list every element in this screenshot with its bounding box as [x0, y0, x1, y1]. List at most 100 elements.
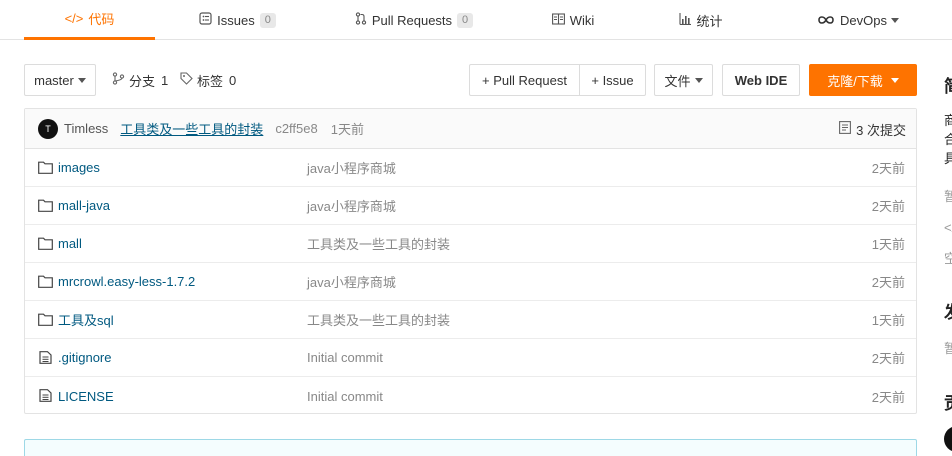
folder-icon: [38, 313, 53, 326]
chevron-down-icon: [694, 77, 703, 83]
file-commit-message[interactable]: java小程序商城: [307, 272, 396, 291]
sidebar-intro-text-3: 具: [944, 151, 952, 166]
sidebar-license-text: 空: [944, 251, 952, 266]
commit-time: 1天前: [330, 122, 364, 137]
pull-request-icon: [355, 12, 367, 28]
tab-wiki-label: Wiki: [569, 12, 595, 28]
file-commit-message[interactable]: 工具类及一些工具的封装: [307, 310, 450, 329]
new-pull-request-button[interactable]: + Pull Request: [469, 64, 580, 96]
tab-stats[interactable]: 统计: [668, 0, 734, 40]
tags-link[interactable]: 标签 0: [180, 64, 236, 96]
file-commit-message[interactable]: 工具类及一些工具的封装: [307, 234, 450, 253]
new-issue-label: + Issue: [591, 72, 634, 88]
sidebar-releases-text: 暂: [944, 341, 952, 356]
file-name-link[interactable]: 工具及sql: [58, 310, 114, 329]
repo-tab-nav: </> 代码 Issues 0 Pull Requests 0 Wiki 统计 …: [0, 0, 952, 40]
branches-link[interactable]: 分支 1: [112, 64, 168, 96]
tab-code[interactable]: </> 代码: [24, 0, 155, 40]
bar-chart-icon: [679, 12, 692, 28]
commit-sha[interactable]: c2ff5e8: [275, 121, 317, 136]
readme-box: [24, 439, 917, 456]
file-name-link[interactable]: mall: [58, 236, 82, 251]
file-row[interactable]: mall-java java小程序商城 2天前: [25, 187, 916, 225]
chevron-down-icon: [77, 77, 86, 83]
tab-devops[interactable]: DevOps: [808, 0, 908, 40]
folder-icon: [38, 237, 53, 250]
tags-label: 标签: [197, 73, 224, 89]
file-date: 1天前: [871, 313, 905, 328]
file-menu-label: 文件: [664, 73, 691, 89]
file-date: 2天前: [871, 161, 905, 176]
file-commit-message[interactable]: Initial commit: [307, 350, 383, 365]
clone-download-label: 克隆/下载: [827, 73, 883, 89]
branch-select[interactable]: master: [24, 64, 96, 96]
file-list: T Timless 工具类及一些工具的封装 c2ff5e8 1天前 3 次提交 …: [24, 108, 917, 414]
file-row[interactable]: 工具及sql 工具类及一些工具的封装 1天前: [25, 301, 916, 339]
issues-count-badge: 0: [259, 12, 276, 28]
sidebar-releases-heading: 发: [944, 298, 952, 323]
file-commit-message[interactable]: java小程序商城: [307, 158, 396, 177]
file-date: 2天前: [871, 351, 905, 366]
sidebar-intro-heading: 简: [944, 72, 952, 97]
file-row[interactable]: LICENSE Initial commit 2天前: [25, 377, 916, 415]
chevron-down-icon: [890, 17, 899, 23]
file-date: 1天前: [871, 237, 905, 252]
avatar[interactable]: T: [38, 118, 58, 139]
new-pull-request-label: + Pull Request: [482, 72, 567, 88]
chevron-down-icon: [890, 77, 899, 83]
clone-download-button[interactable]: 克隆/下载: [809, 64, 917, 96]
sidebar-intro-text-1: 商: [944, 113, 952, 128]
file-row[interactable]: .gitignore Initial commit 2天前: [25, 339, 916, 377]
branch-icon: [112, 72, 125, 88]
infinity-icon: [817, 13, 835, 28]
file-name-link[interactable]: LICENSE: [58, 389, 114, 404]
new-issue-button[interactable]: + Issue: [579, 64, 646, 96]
file-row[interactable]: mrcrowl.easy-less-1.7.2 java小程序商城 2天前: [25, 263, 916, 301]
file-name-link[interactable]: .gitignore: [58, 350, 111, 365]
sidebar-language-text: </: [944, 220, 952, 235]
file-name-link[interactable]: images: [58, 160, 100, 175]
sidebar-tags-text: 暂: [944, 189, 952, 204]
tab-pull-requests-label: Pull Requests: [371, 12, 453, 28]
tab-issues-label: Issues: [217, 12, 255, 28]
tab-issues[interactable]: Issues 0: [180, 0, 295, 40]
file-menu-button[interactable]: 文件: [654, 64, 713, 96]
commit-history-icon: [839, 121, 852, 137]
commit-count-label: 3 次提交: [856, 122, 906, 138]
commit-message-link[interactable]: 工具类及一些工具的封装: [120, 119, 263, 138]
file-date: 2天前: [871, 389, 905, 405]
latest-commit-bar: T Timless 工具类及一些工具的封装 c2ff5e8 1天前 3 次提交: [25, 109, 916, 149]
file-date: 2天前: [871, 275, 905, 290]
folder-icon: [38, 275, 53, 288]
file-date: 2天前: [871, 199, 905, 214]
web-ide-button[interactable]: Web IDE: [722, 64, 800, 96]
code-icon: </>: [64, 11, 84, 26]
tab-pull-requests[interactable]: Pull Requests 0: [345, 0, 483, 40]
branches-label: 分支: [129, 73, 156, 89]
file-commit-message[interactable]: Initial commit: [307, 389, 383, 404]
book-icon: [551, 12, 565, 28]
tab-devops-label: DevOps: [840, 12, 887, 28]
sidebar-contributors-heading: 贡: [944, 389, 952, 414]
file-row[interactable]: images java小程序商城 2天前: [25, 149, 916, 187]
folder-icon: [38, 161, 53, 174]
commit-author[interactable]: Timless: [64, 121, 108, 136]
tab-code-label: 代码: [88, 12, 115, 27]
avatar[interactable]: [944, 426, 952, 452]
file-name-link[interactable]: mall-java: [58, 198, 110, 213]
file-icon: [39, 351, 52, 364]
tab-wiki[interactable]: Wiki: [540, 0, 606, 40]
file-name-link[interactable]: mrcrowl.easy-less-1.7.2: [58, 274, 195, 289]
file-commit-message[interactable]: java小程序商城: [307, 196, 396, 215]
branch-select-label: master: [34, 72, 74, 88]
tab-stats-label: 统计: [696, 13, 723, 29]
issue-icon: [199, 12, 212, 28]
pull-requests-count-badge: 0: [457, 12, 474, 28]
commit-count-link[interactable]: 3 次提交: [839, 109, 906, 149]
branches-count: 1: [161, 72, 169, 88]
file-icon: [39, 389, 52, 402]
file-row[interactable]: mall 工具类及一些工具的封装 1天前: [25, 225, 916, 263]
tag-icon: [180, 72, 193, 88]
folder-icon: [38, 199, 53, 212]
sidebar-intro-text-2: 合: [944, 132, 952, 147]
